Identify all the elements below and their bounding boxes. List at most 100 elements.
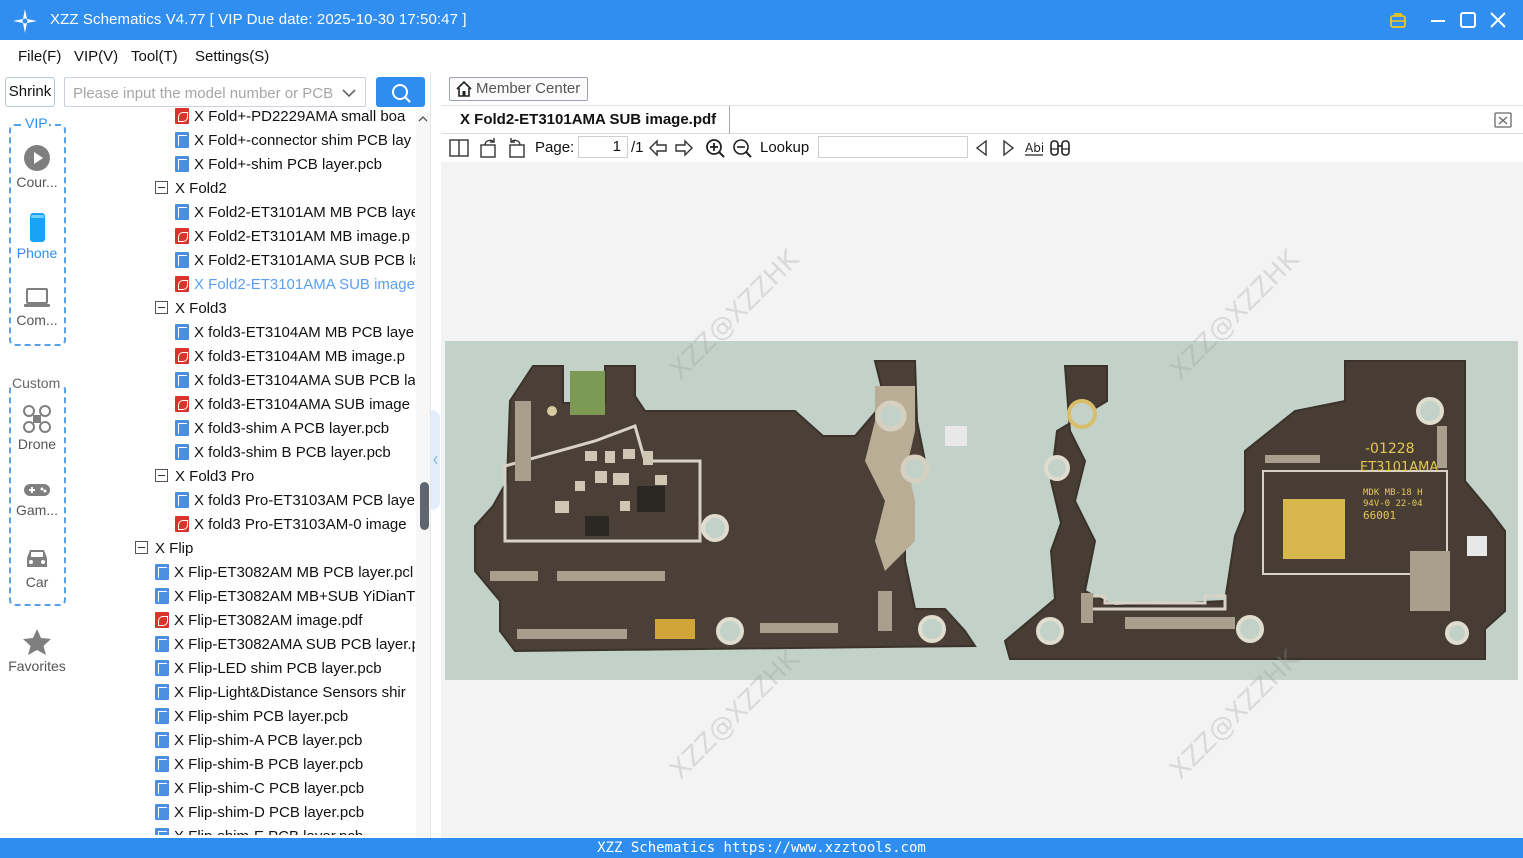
sidebar-item-drone[interactable]: Drone <box>4 404 70 452</box>
tree-item-label: X Flip-ET3082AMA SUB PCB layer.p <box>174 636 415 653</box>
tree-scrollbar-thumb[interactable] <box>420 482 429 530</box>
binoculars-icon[interactable] <box>1049 137 1071 159</box>
maximize-icon[interactable] <box>1456 8 1480 32</box>
tree-file-item[interactable]: X Flip-ET3082AM image.pdf <box>155 609 362 633</box>
tree-item-label: X Fold2 <box>175 180 227 197</box>
arrow-left-icon[interactable] <box>647 137 669 159</box>
tree-file-item[interactable]: X fold3-ET3104AM MB PCB laye <box>175 321 414 345</box>
tree-item-label: X Fold+-shim PCB layer.pcb <box>194 156 382 173</box>
tree-file-item[interactable]: X Fold2-ET3101AM MB PCB laye <box>175 201 415 225</box>
zoom-in-icon[interactable] <box>704 137 726 159</box>
pdf-file-icon <box>155 612 169 628</box>
board-mark-text-2: 94V-0 22-04 <box>1363 499 1423 509</box>
tree-folder[interactable]: X Fold3 Pro <box>155 465 254 489</box>
arrow-right-icon[interactable] <box>673 137 695 159</box>
tree-folder[interactable]: X Fold2 <box>155 177 227 201</box>
chevron-down-icon[interactable] <box>341 85 357 101</box>
sidebar-item-car[interactable]: Car <box>4 546 70 590</box>
page-number-input[interactable]: 1 <box>578 136 628 158</box>
tree-folder[interactable]: X Flip <box>135 537 193 561</box>
pcb-file-icon <box>155 708 169 724</box>
sidebar-item-game[interactable]: Gam... <box>4 480 70 518</box>
tab-document[interactable]: X Fold2-ET3101AMA SUB image.pdf <box>450 106 730 134</box>
tree-file-item[interactable]: X Flip-shim-D PCB layer.pcb <box>155 801 364 825</box>
sidebar-item-label: Phone <box>16 245 58 261</box>
tree-file-item[interactable]: X fold3-ET3104AM MB image.p <box>175 345 405 369</box>
board-model-text: ET3101AMA <box>1360 460 1438 475</box>
shrink-button[interactable]: Shrink <box>5 77 55 107</box>
pdf-file-icon <box>175 276 189 292</box>
tree-file-item[interactable]: X Flip-shim-A PCB layer.pcb <box>155 729 362 753</box>
tree-file-item[interactable]: X fold3-shim B PCB layer.pcb <box>175 441 391 465</box>
gamepad-icon <box>24 484 50 496</box>
close-icon[interactable] <box>1486 8 1510 32</box>
tree-item-label: X Flip-shim-C PCB layer.pcb <box>174 780 365 797</box>
collapse-toggle-icon[interactable] <box>135 541 148 554</box>
find-previous-icon[interactable] <box>971 137 993 159</box>
tree-file-item[interactable]: X Flip-shim-E PCB layer.pcb <box>155 825 363 835</box>
member-row <box>441 72 1523 106</box>
menu-bar: File(F) VIP(V) Tool(T) Settings(S) <box>0 40 1523 72</box>
sidebar-item-phone[interactable]: Phone <box>4 213 70 261</box>
menu-tool[interactable]: Tool(T) <box>131 48 178 65</box>
pdf-file-icon <box>175 228 189 244</box>
briefcase-icon[interactable] <box>1386 8 1410 32</box>
collapse-toggle-icon[interactable] <box>155 181 168 194</box>
sidebar-item-favorites[interactable]: Favorites <box>2 628 72 674</box>
model-search-input[interactable] <box>73 83 333 103</box>
sidebar-item-label: Favorites <box>8 658 66 674</box>
tree-file-item[interactable]: X Fold2-ET3101AM MB image.p <box>175 225 410 249</box>
sidebar-item-computer[interactable]: Com... <box>4 286 70 328</box>
tree-folder[interactable]: X Fold3 <box>155 297 227 321</box>
tree-file-item[interactable]: X fold3-ET3104AMA SUB image <box>175 393 410 417</box>
tree-file-item[interactable]: X Flip-LED shim PCB layer.pcb <box>155 657 382 681</box>
tree-file-item[interactable]: X Flip-ET3082AM MB PCB layer.pcl <box>155 561 413 585</box>
scroll-up-icon[interactable] <box>418 114 428 124</box>
pcb-file-icon <box>155 780 169 796</box>
two-page-view-icon[interactable] <box>448 137 470 159</box>
tree-item-label: X Flip-shim-A PCB layer.pcb <box>174 732 363 749</box>
star-icon <box>23 629 51 655</box>
search-button[interactable] <box>376 77 425 107</box>
tree-file-item[interactable]: X fold3 Pro-ET3103AM-0 image <box>175 513 407 537</box>
rotate-left-icon[interactable] <box>478 137 500 159</box>
pcb-file-icon <box>155 756 169 772</box>
lookup-input[interactable] <box>818 136 968 158</box>
laptop-icon <box>24 288 50 307</box>
tree-file-item[interactable]: X Fold2-ET3101AMA SUB image <box>175 273 415 297</box>
car-icon <box>27 550 47 567</box>
menu-vip[interactable]: VIP(V) <box>74 48 118 65</box>
tree-file-item[interactable]: X Flip-ET3082AM MB+SUB YiDianT <box>155 585 415 609</box>
zoom-out-icon[interactable] <box>731 137 753 159</box>
tree-file-item[interactable]: X fold3 Pro-ET3103AM PCB laye <box>175 489 415 513</box>
tree-file-item[interactable]: X Flip-shim-B PCB layer.pcb <box>155 753 363 777</box>
close-tab-icon[interactable] <box>1493 110 1513 130</box>
collapse-toggle-icon[interactable] <box>155 301 168 314</box>
tree-scrollbar[interactable] <box>416 112 430 838</box>
tree-file-item[interactable]: X Fold2-ET3101AMA SUB PCB la <box>175 249 415 273</box>
tree-item-label: X fold3-ET3104AMA SUB PCB la <box>194 372 415 389</box>
menu-file[interactable]: File(F) <box>18 48 61 65</box>
pcb-file-icon <box>155 588 169 604</box>
collapse-panel-handle[interactable] <box>431 410 440 510</box>
tree-file-item[interactable]: X fold3-ET3104AMA SUB PCB la <box>175 369 415 393</box>
tree-file-item[interactable]: X Flip-ET3082AMA SUB PCB layer.p <box>155 633 415 657</box>
tree-file-item[interactable]: X Fold+-PD2229AMA small boa <box>175 105 405 129</box>
tree-file-item[interactable]: X Fold+-shim PCB layer.pcb <box>175 153 382 177</box>
collapse-toggle-icon[interactable] <box>155 469 168 482</box>
sidebar-item-courses[interactable]: Cour... <box>4 144 70 190</box>
search-icon <box>392 84 411 103</box>
tree-file-item[interactable]: X Flip-shim-C PCB layer.pcb <box>155 777 364 801</box>
model-search-combobox[interactable] <box>64 77 366 107</box>
member-center-button[interactable]: Member Center <box>449 77 588 101</box>
play-circle-icon <box>24 145 50 171</box>
tree-file-item[interactable]: X Flip-Light&Distance Sensors shir <box>155 681 406 705</box>
tree-file-item[interactable]: X fold3-shim A PCB layer.pcb <box>175 417 389 441</box>
match-case-icon[interactable]: Abi <box>1023 137 1045 159</box>
minimize-icon[interactable] <box>1426 8 1450 32</box>
menu-settings[interactable]: Settings(S) <box>195 48 269 65</box>
tree-file-item[interactable]: X Fold+-connector shim PCB lay <box>175 129 411 153</box>
tree-file-item[interactable]: X Flip-shim PCB layer.pcb <box>155 705 348 729</box>
rotate-right-icon[interactable] <box>505 137 527 159</box>
find-next-icon[interactable] <box>997 137 1019 159</box>
